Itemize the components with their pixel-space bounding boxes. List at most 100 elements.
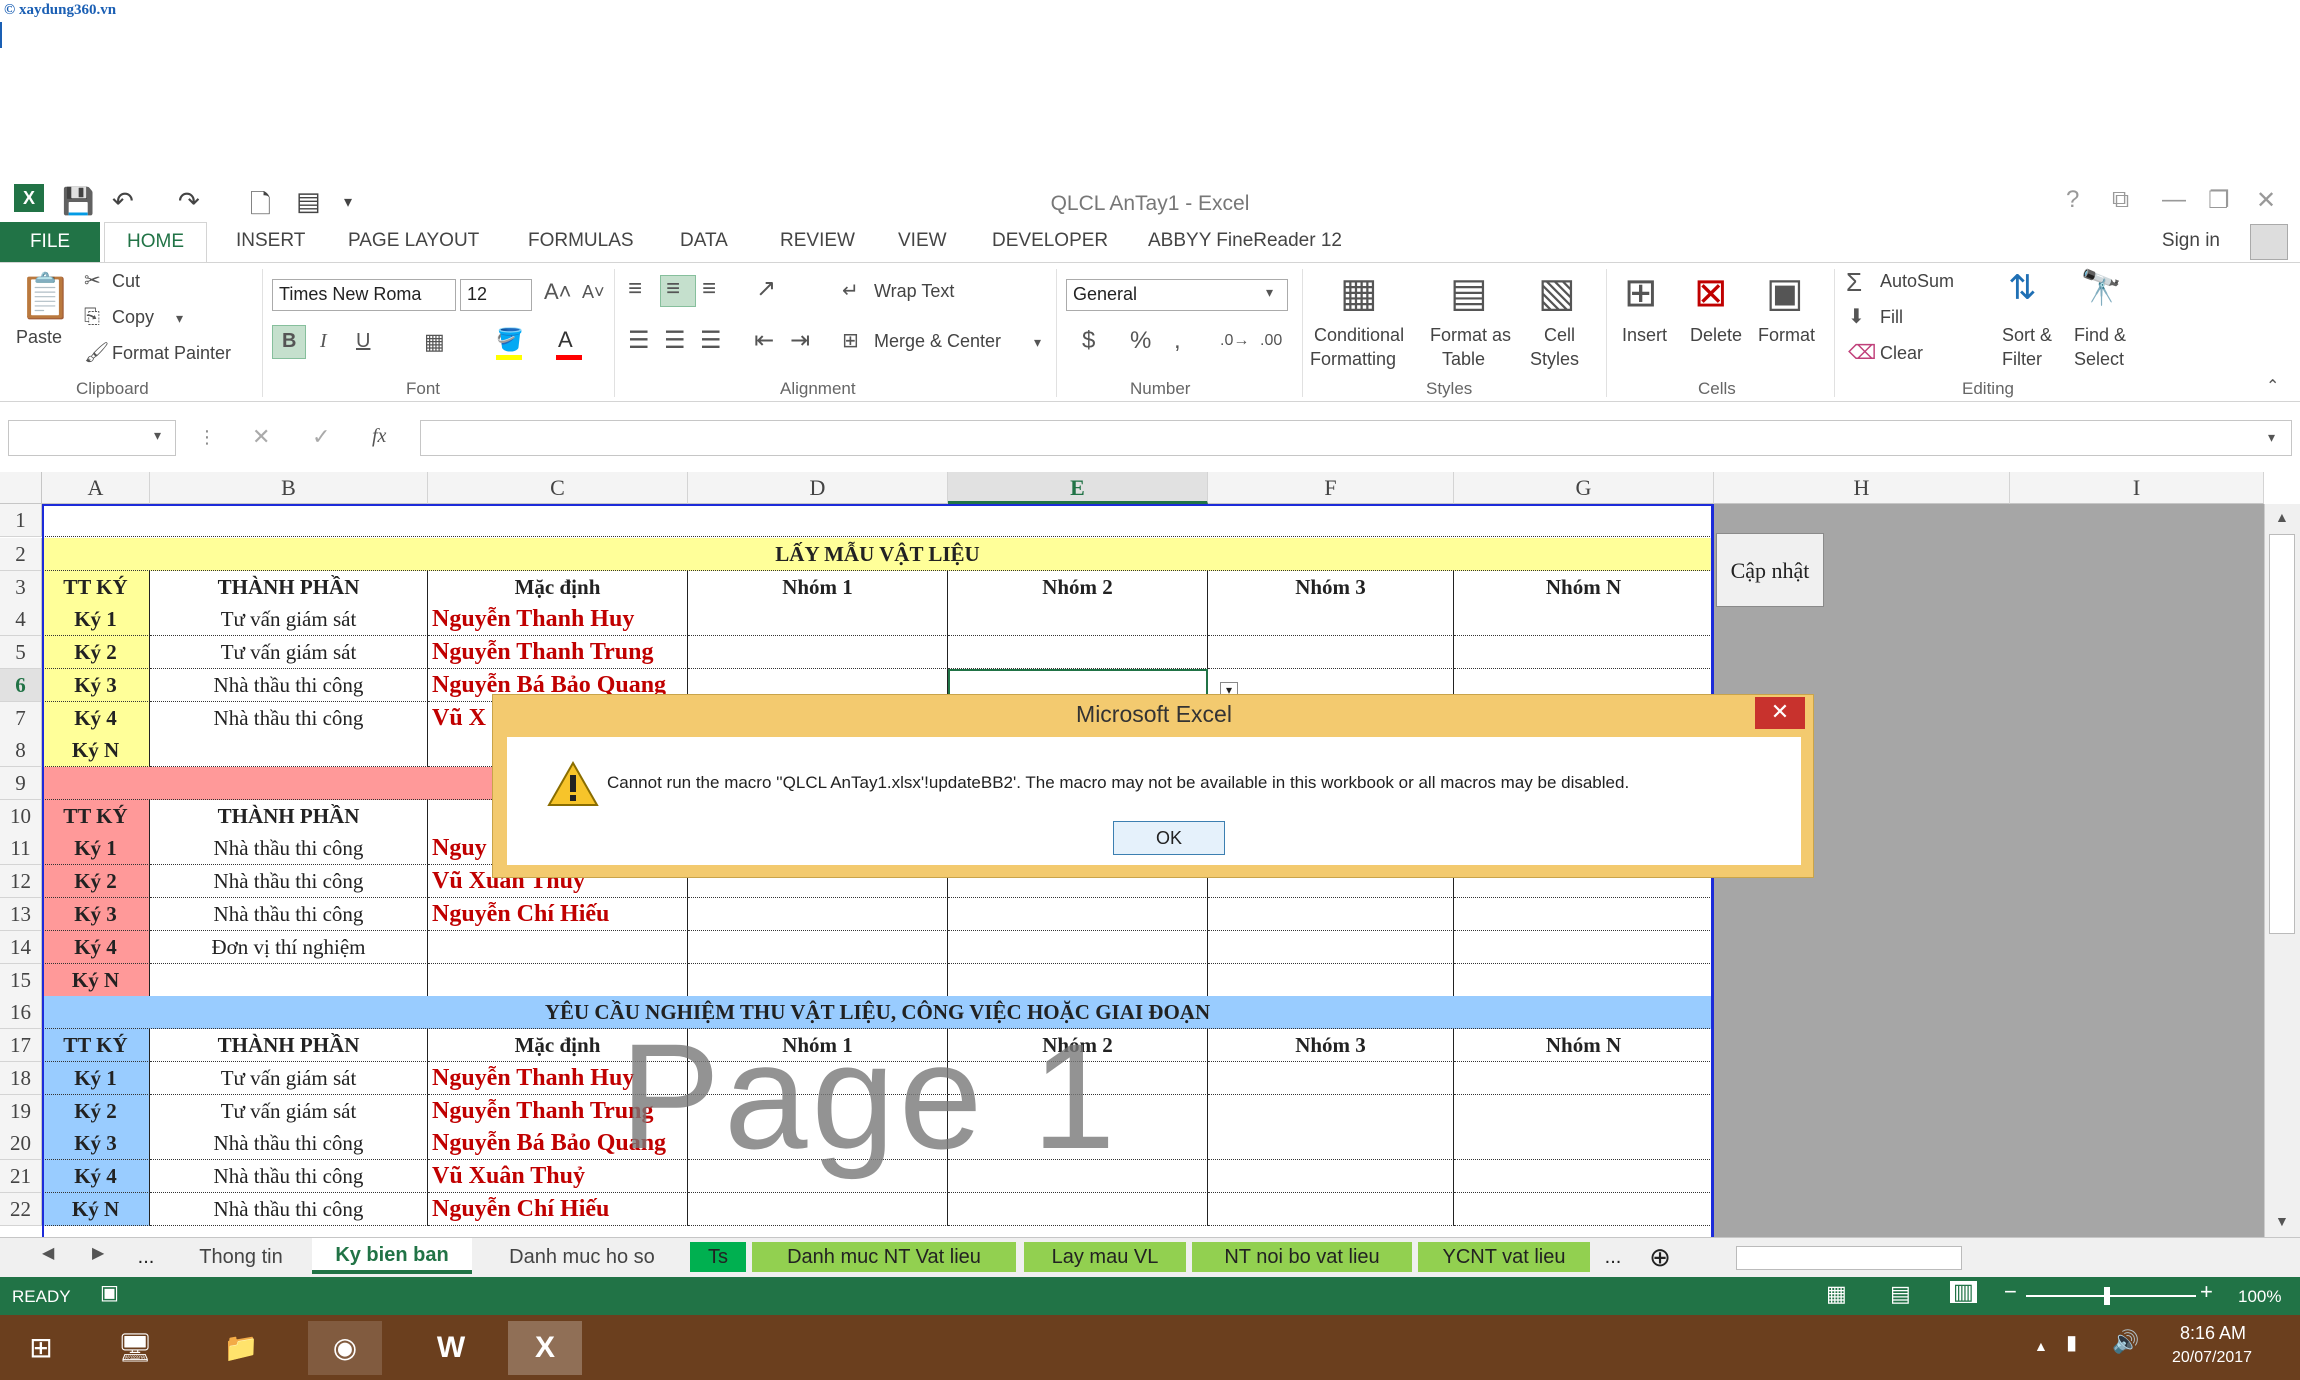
maximize-icon[interactable]: ❐ [2208, 186, 2230, 215]
tab-formulas[interactable]: FORMULAS [528, 230, 634, 252]
decrease-font-icon[interactable]: A˅ [582, 283, 605, 301]
group-cell[interactable] [688, 931, 948, 964]
header-tt-ky[interactable]: TT KÝ [42, 800, 150, 833]
name-box[interactable] [8, 420, 176, 456]
scroll-up-icon[interactable]: ▲ [2275, 510, 2289, 524]
signer-name[interactable]: Nguyễn Chí Hiếu [428, 898, 688, 931]
header-nhom-2[interactable]: Nhóm 2 [948, 571, 1208, 604]
cut-button[interactable]: Cut [112, 271, 140, 292]
row-header-21[interactable]: 21 [0, 1160, 42, 1193]
borders-icon[interactable]: ▦ [424, 331, 445, 353]
zoom-level[interactable]: 100% [2238, 1287, 2281, 1307]
zoom-slider-thumb[interactable] [2104, 1287, 2110, 1305]
group-cell[interactable] [948, 931, 1208, 964]
autosum-button[interactable]: AutoSum [1880, 271, 1954, 292]
tab-abbyy[interactable]: ABBYY FineReader 12 [1148, 230, 1342, 252]
signer-name[interactable] [428, 964, 688, 997]
cell-styles-button[interactable]: Cell [1544, 325, 1575, 346]
signer-role[interactable]: Nhà thầu thi công [150, 865, 428, 898]
prev-sheet-icon[interactable]: ◀ [42, 1246, 54, 1262]
header-nhom-n[interactable]: Nhóm N [1454, 571, 1714, 604]
increase-indent-icon[interactable]: ⇥ [790, 329, 810, 353]
signer-role[interactable]: Tư vấn giám sát [150, 1062, 428, 1095]
excel-taskbar-icon[interactable]: X [508, 1321, 582, 1375]
zoom-slider[interactable] [2026, 1295, 2196, 1297]
signer-name[interactable]: Nguyễn Thanh Trung [428, 636, 688, 669]
scroll-down-icon[interactable]: ▼ [2275, 1214, 2289, 1228]
row-header-7[interactable]: 7 [0, 702, 42, 735]
comma-icon[interactable]: , [1174, 329, 1181, 353]
group-cell[interactable] [1208, 636, 1454, 669]
group-cell[interactable] [1208, 1160, 1454, 1193]
ribbon-display-icon[interactable]: ⧉ [2112, 186, 2129, 214]
clock-time[interactable]: 8:16 AM [2180, 1323, 2246, 1344]
group-cell[interactable] [1208, 898, 1454, 931]
header-thanh-phan[interactable]: THÀNH PHẦN [150, 571, 428, 604]
header-tt-ky[interactable]: TT KÝ [42, 571, 150, 604]
group-cell[interactable] [1454, 964, 1714, 997]
signer-role[interactable]: Nhà thầu thi công [150, 669, 428, 702]
align-right-icon[interactable]: ☰ [700, 329, 722, 353]
header-nhom-3[interactable]: Nhóm 3 [1208, 1029, 1454, 1062]
row-header-15[interactable]: 15 [0, 964, 42, 997]
row-header-12[interactable]: 12 [0, 865, 42, 898]
help-icon[interactable]: ? [2066, 186, 2079, 214]
signer-name[interactable] [428, 931, 688, 964]
font-color-icon[interactable]: A [558, 329, 573, 351]
show-hidden-icons-icon[interactable]: ▲ [2034, 1339, 2048, 1353]
minimize-icon[interactable]: — [2162, 186, 2186, 214]
close-window-icon[interactable]: ✕ [2256, 186, 2276, 215]
paste-icon[interactable]: 📋 [18, 275, 73, 319]
row-header-11[interactable]: 11 [0, 832, 42, 865]
align-bottom-icon[interactable]: ≡ [702, 277, 716, 301]
sign-in-link[interactable]: Sign in [2162, 230, 2220, 252]
row-header-3[interactable]: 3 [0, 571, 42, 604]
increase-decimal-icon[interactable]: .0→ [1220, 333, 1249, 349]
align-center-icon[interactable]: ☰ [664, 329, 686, 353]
group-cell[interactable] [948, 1193, 1208, 1226]
row-header-2[interactable]: 2 [0, 538, 42, 571]
signer-order[interactable]: Ký 4 [42, 702, 150, 735]
fill-color-icon[interactable]: 🪣 [496, 329, 523, 351]
dialog-close-button[interactable]: ✕ [1755, 697, 1805, 729]
horizontal-scrollbar[interactable] [1736, 1246, 1962, 1270]
row-header-5[interactable]: 5 [0, 636, 42, 669]
row-header-8[interactable]: 8 [0, 734, 42, 767]
group-cell[interactable] [948, 636, 1208, 669]
percent-icon[interactable]: % [1130, 329, 1151, 353]
group-cell[interactable] [688, 603, 948, 636]
wrap-text-button[interactable]: Wrap Text [874, 281, 954, 302]
row-header-9[interactable]: 9 [0, 767, 42, 800]
find-select-button[interactable]: Find & [2074, 325, 2126, 346]
windows-start-icon[interactable]: ⊞ [4, 1321, 78, 1375]
cancel-entry-icon[interactable]: ✕ [252, 426, 270, 448]
next-sheet-icon[interactable]: ▶ [92, 1246, 104, 1262]
group-cell[interactable] [1208, 1127, 1454, 1160]
group-cell[interactable] [1454, 1062, 1714, 1095]
row-header-1[interactable]: 1 [0, 504, 42, 537]
signer-order[interactable]: Ký 3 [42, 1127, 150, 1160]
signer-role[interactable] [150, 734, 428, 767]
sheet-tabs-more-right[interactable]: ... [1598, 1242, 1628, 1272]
column-header-e[interactable]: E [948, 472, 1208, 504]
align-left-icon[interactable]: ☰ [628, 329, 650, 353]
sheet-tabs-more-left[interactable]: ... [128, 1242, 164, 1272]
avatar[interactable] [2250, 224, 2288, 260]
tab-home[interactable]: HOME [104, 222, 207, 263]
paste-button[interactable]: Paste [16, 327, 62, 348]
collapse-ribbon-icon[interactable]: ⌃ [2266, 379, 2279, 395]
italic-icon[interactable]: I [320, 331, 327, 351]
column-header-f[interactable]: F [1208, 472, 1454, 504]
name-box-dropdown-icon[interactable]: ▾ [154, 428, 161, 442]
conditional-formatting-button[interactable]: Conditional [1314, 325, 1404, 346]
signer-role[interactable]: Nhà thầu thi công [150, 702, 428, 735]
formula-input[interactable] [420, 420, 2292, 456]
column-header-b[interactable]: B [150, 472, 428, 504]
tab-file[interactable]: FILE [0, 222, 100, 262]
select-all-corner[interactable] [0, 472, 42, 504]
sheet-tab-thong-tin[interactable]: Thong tin [176, 1242, 306, 1272]
signer-role[interactable]: Nhà thầu thi công [150, 1160, 428, 1193]
header-nhom-1[interactable]: Nhóm 1 [688, 571, 948, 604]
row-header-10[interactable]: 10 [0, 800, 42, 833]
signer-order[interactable]: Ký 2 [42, 1095, 150, 1128]
